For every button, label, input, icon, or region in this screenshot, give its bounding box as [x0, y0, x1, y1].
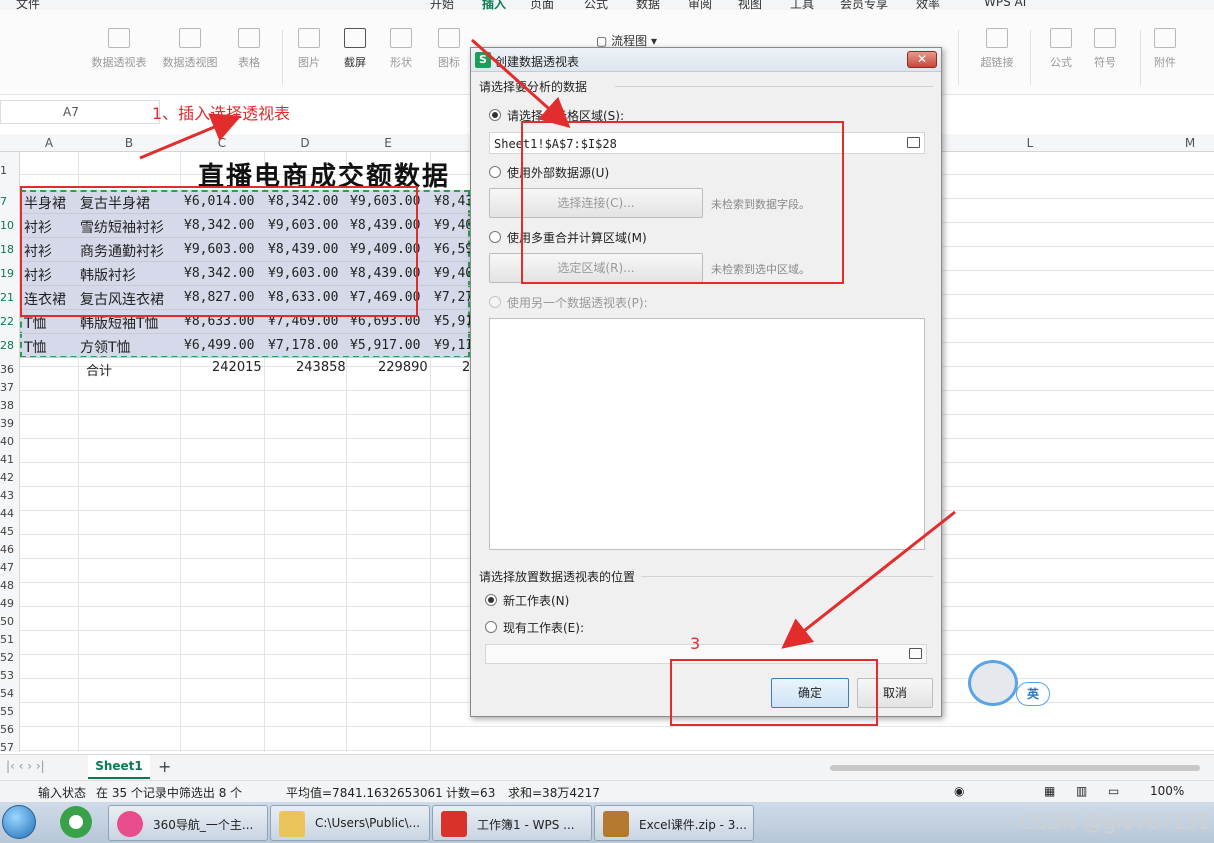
watermark: CSDN @gl0707131 — [1020, 810, 1211, 834]
arrow-step1 — [139, 113, 242, 160]
annotation-arrows — [139, 38, 956, 649]
arrow-step3 — [781, 510, 956, 649]
arrow-step2 — [471, 38, 571, 128]
